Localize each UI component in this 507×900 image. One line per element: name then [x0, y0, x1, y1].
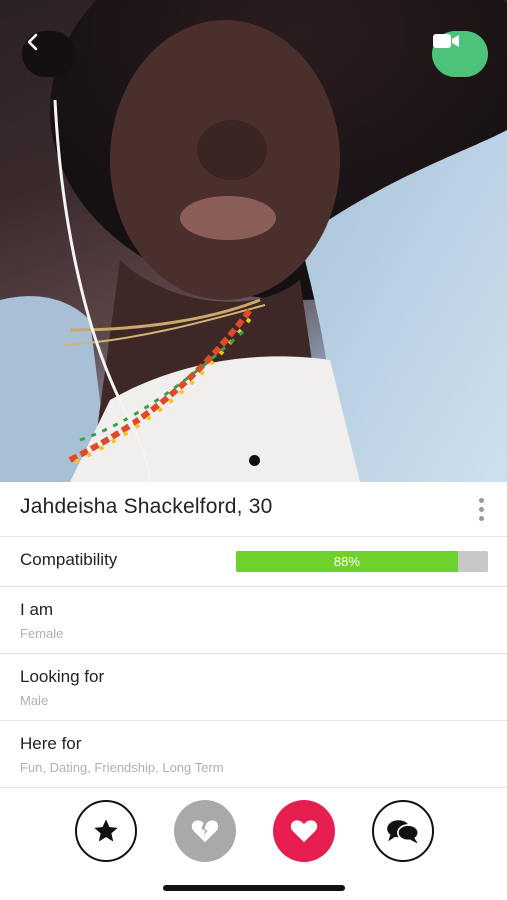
detail-title: Looking for — [20, 667, 105, 686]
photo-page-indicator — [249, 455, 260, 466]
broken-heart-icon — [191, 820, 219, 843]
compatibility-bar: 88% — [236, 551, 488, 572]
compatibility-label: Compatibility — [20, 550, 118, 569]
compatibility-percent: 88% — [333, 554, 360, 569]
detail-value: Fun, Dating, Friendship, Long Term — [20, 760, 224, 775]
profile-photo[interactable] — [0, 0, 507, 482]
heart-icon — [290, 820, 318, 843]
detail-title: Here for — [20, 734, 82, 753]
compatibility-row: Compatibility 88% — [0, 537, 507, 587]
detail-row-here-for: Here for Fun, Dating, Friendship, Long T… — [0, 721, 507, 788]
video-call-button[interactable] — [432, 31, 488, 77]
super-like-button[interactable] — [75, 800, 137, 862]
chat-button[interactable] — [372, 800, 434, 862]
pass-button[interactable] — [174, 800, 236, 862]
profile-header: Jahdeisha Shackelford, 30 — [0, 482, 507, 537]
detail-row-looking-for: Looking for Male — [0, 654, 507, 721]
chevron-left-icon — [27, 33, 38, 51]
more-vertical-icon[interactable] — [474, 498, 488, 524]
star-icon — [94, 819, 118, 842]
detail-title: I am — [20, 600, 54, 619]
back-button[interactable] — [22, 31, 75, 77]
chat-bubbles-icon — [387, 820, 420, 844]
compatibility-bar-fill: 88% — [236, 551, 458, 572]
video-camera-icon — [433, 34, 459, 48]
like-button[interactable] — [273, 800, 335, 862]
detail-value: Male — [20, 693, 49, 708]
profile-name-age: Jahdeisha Shackelford, 30 — [20, 495, 273, 518]
home-indicator[interactable] — [163, 885, 345, 891]
detail-row-i-am: I am Female — [0, 587, 507, 654]
profile-photo-illustration — [0, 0, 507, 482]
detail-value: Female — [20, 626, 64, 641]
action-bar — [0, 800, 507, 862]
